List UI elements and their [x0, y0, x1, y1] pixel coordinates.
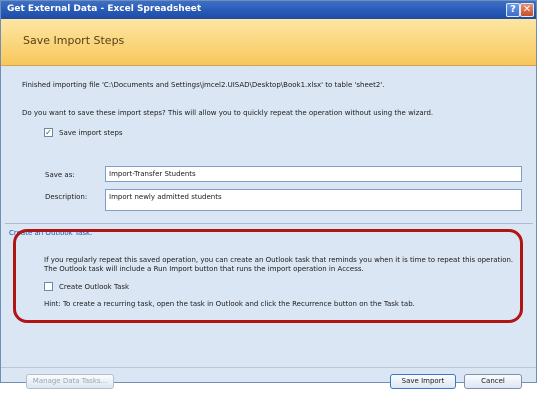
header-band: Save Import Steps — [1, 19, 536, 66]
save-as-input[interactable]: Import-Transfer Students — [105, 166, 522, 182]
close-button[interactable]: ✕ — [520, 3, 534, 17]
cancel-button[interactable]: Cancel — [464, 374, 522, 389]
finished-import-text: Finished importing file 'C:\Documents an… — [22, 81, 385, 89]
dialog-window: Get External Data - Excel Spreadsheet ? … — [0, 0, 537, 389]
help-button[interactable]: ? — [506, 3, 520, 17]
window-title: Get External Data - Excel Spreadsheet — [7, 4, 202, 14]
close-icon: ✕ — [522, 4, 532, 15]
save-import-steps-label[interactable]: Save import steps — [59, 129, 123, 137]
save-question-text: Do you want to save these import steps? … — [22, 109, 434, 117]
checkmark-icon: ✓ — [45, 128, 52, 137]
description-label: Description: — [45, 193, 88, 201]
save-import-steps-checkbox[interactable]: ✓ — [44, 128, 53, 137]
description-input[interactable]: Import newly admitted students — [105, 189, 522, 211]
title-bar[interactable]: Get External Data - Excel Spreadsheet ? … — [1, 1, 536, 19]
highlight-annotation — [13, 229, 523, 323]
footer-divider — [1, 367, 536, 368]
save-import-button[interactable]: Save Import — [390, 374, 456, 389]
manage-data-tasks-button[interactable]: Manage Data Tasks... — [26, 374, 114, 389]
page-title: Save Import Steps — [23, 34, 125, 47]
section-divider — [5, 223, 533, 224]
help-icon: ? — [510, 4, 516, 15]
save-as-label: Save as: — [45, 171, 75, 179]
